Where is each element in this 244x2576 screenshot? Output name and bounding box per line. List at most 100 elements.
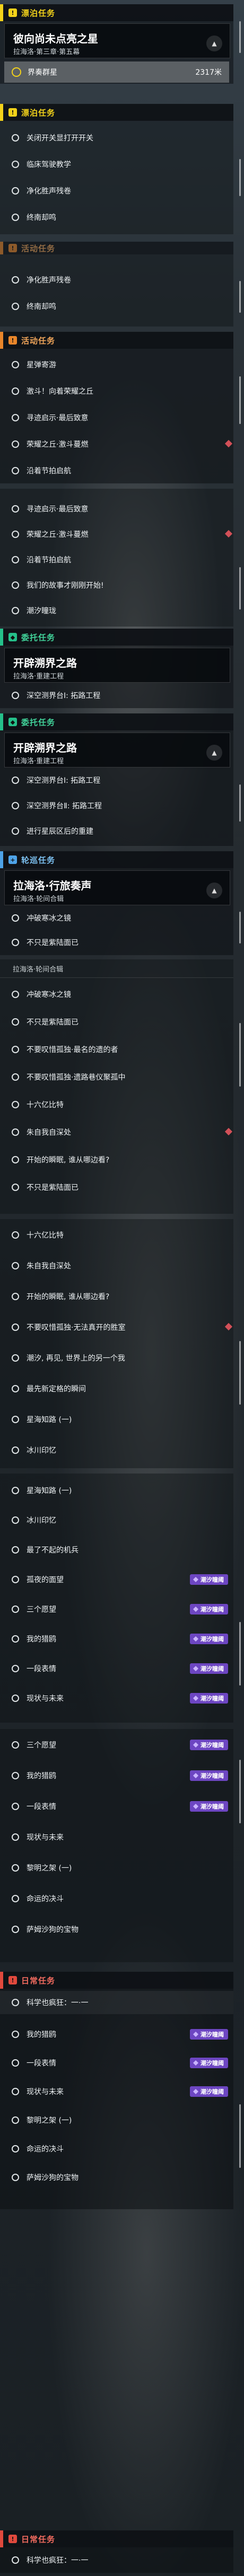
tracked-objective[interactable]: 界奏群星 2317米 — [4, 61, 229, 83]
task-row[interactable]: 开始的瞬眠, 谁从哪边看? — [0, 1285, 233, 1308]
scrollbar-thumb[interactable] — [239, 1760, 241, 1823]
task-row[interactable]: 寻迹启示·最后致意 — [0, 406, 233, 429]
task-row[interactable]: 现状与未来 潮汐瞳阈 — [0, 2080, 233, 2103]
scrollbar-thumb[interactable] — [239, 567, 241, 610]
quest-card[interactable]: 彼向尚未点亮之星 拉海洛·第三章·第五幕 ▲ — [4, 23, 230, 58]
task-row[interactable]: 终南却鸣 — [0, 295, 233, 318]
task-row[interactable]: 进行星辰区后的重建 — [0, 819, 233, 843]
chevron-up-icon[interactable]: ▲ — [206, 745, 222, 761]
task-row[interactable]: 十六亿比特 — [0, 1223, 233, 1247]
task-row[interactable]: 科学也疯狂：一·一 — [0, 2548, 233, 2572]
task-row[interactable]: 一段表情 潮汐瞳阈 — [0, 1795, 233, 1818]
quest-card[interactable]: 开辟溯界之路 拉海洛·重建工程 ▲ — [4, 733, 230, 767]
task-row[interactable]: 不要叹惜孤独·遗路巷仪聚孤中 — [0, 1065, 233, 1089]
scrollbar-thumb[interactable] — [239, 912, 241, 943]
section-header-commission[interactable]: ◆ 委托任务 — [0, 713, 233, 730]
section-header-rotation[interactable]: + 轮巡任务 — [0, 851, 233, 868]
task-row[interactable]: 荣耀之丘·激斗蔓燃 — [0, 433, 233, 456]
task-row[interactable]: 冰川印忆 — [0, 1508, 233, 1532]
task-row[interactable]: 潮汐, 再见, 世界上的另一个我 — [0, 1346, 233, 1370]
task-row[interactable]: 现状与未来 潮汐瞳阈 — [0, 1687, 233, 1710]
task-row[interactable]: 净化胜声残卷 — [0, 179, 233, 202]
task-row[interactable]: 终南却鸣 — [0, 206, 233, 229]
task-row[interactable]: 最先新定格的瞬间 — [0, 1377, 233, 1400]
task-row[interactable]: 寻迹启示·最后致意 — [0, 497, 233, 521]
task-row[interactable]: 十六亿比特 — [0, 1093, 233, 1116]
task-row[interactable]: 不要叹惜孤独·无法真开的胜室 — [0, 1316, 233, 1339]
task-row[interactable]: 深空测界台Ⅰ: 拓路工程 — [0, 769, 233, 792]
task-row[interactable]: 萨姆沙狗的宝物 — [0, 2166, 233, 2189]
scrollbar[interactable] — [236, 117, 241, 223]
scrollbar[interactable] — [236, 1230, 241, 1463]
task-row[interactable]: 不要叹惜孤独·最名的遗的者 — [0, 1038, 233, 1061]
scrollbar[interactable] — [236, 763, 241, 843]
task-row[interactable]: 命运的决斗 — [0, 2137, 233, 2160]
chevron-up-icon[interactable]: ▲ — [206, 36, 222, 51]
task-row[interactable]: 三个愿望 潮汐瞳阈 — [0, 1733, 233, 1757]
task-row[interactable]: 我们的故事才刚刚开始! — [0, 574, 233, 597]
quest-card[interactable]: 拉海洛·行旅奏声 拉海洛·轮间合辑 ▲ — [4, 870, 230, 905]
scrollbar[interactable] — [236, 1739, 241, 1956]
task-row[interactable]: 深空测界台Ⅱ: 拓路工程 — [0, 794, 233, 817]
scrollbar[interactable] — [236, 345, 241, 477]
task-row[interactable]: 一段表情 潮汐瞳阈 — [0, 2051, 233, 2075]
task-row[interactable]: 科学也疯狂：一·一 — [0, 1991, 233, 2014]
task-row[interactable]: 深空测界台Ⅰ: 拓路工程 — [0, 684, 233, 707]
scrollbar-thumb[interactable] — [239, 784, 241, 822]
section-header-wandering[interactable]: ! 漂泊任务 — [0, 4, 233, 21]
task-row[interactable]: 净化胜声残卷 — [0, 268, 233, 292]
task-row[interactable]: 现状与未来 — [0, 1825, 233, 1849]
section-header-event[interactable]: ! 活动任务 — [0, 242, 233, 254]
section-header-event[interactable]: ! 活动任务 — [0, 332, 233, 349]
task-row[interactable]: 朱自我自深处 — [0, 1121, 233, 1144]
scrollbar[interactable] — [236, 970, 241, 1208]
task-row[interactable]: 我的猎鸥 潮汐瞳阈 — [0, 1764, 233, 1787]
section-header-commission[interactable]: ◆ 委托任务 — [0, 629, 233, 646]
task-row[interactable]: 关闭开关显打开开关 — [0, 126, 233, 149]
scrollbar[interactable] — [236, 498, 241, 620]
task-row[interactable]: 一段表情 潮汐瞳阈 — [0, 1657, 233, 1680]
section-header-daily[interactable]: ! 日常任务 — [0, 1972, 233, 1989]
scrollbar[interactable] — [236, 249, 241, 323]
task-row[interactable]: 不只是紫陆面已 — [0, 931, 233, 954]
scrollbar[interactable] — [236, 901, 241, 954]
task-row[interactable]: 开始的瞬眠, 谁从哪边看? — [0, 1148, 233, 1171]
scrollbar-thumb[interactable] — [239, 376, 241, 424]
task-row[interactable]: 星弹寄游 — [0, 353, 233, 376]
task-row[interactable]: 沿着节拍启航 — [0, 548, 233, 571]
scrollbar-thumb[interactable] — [239, 2104, 241, 2168]
task-row[interactable]: 朱自我自深处 — [0, 1254, 233, 1277]
task-row[interactable]: 命运的决斗 — [0, 1887, 233, 1910]
task-row[interactable]: 沿着节拍启航 — [0, 459, 233, 482]
task-row[interactable]: 临床驾驶教学 — [0, 153, 233, 176]
scrollbar-thumb[interactable] — [239, 1023, 241, 1087]
section-header-wandering[interactable]: ! 漂泊任务 — [0, 104, 233, 121]
chevron-up-icon[interactable]: ▲ — [206, 883, 222, 898]
quest-card[interactable]: 开辟溯界之路 拉海洛·重建工程 — [4, 648, 230, 683]
task-row[interactable]: 黎明之架 (一) — [0, 2109, 233, 2132]
task-row[interactable]: 荣耀之丘·激斗蔓燃 — [0, 523, 233, 546]
task-row[interactable]: 萨姆沙狗的宝物 — [0, 1918, 233, 1941]
scrollbar-thumb[interactable] — [239, 281, 241, 313]
task-row[interactable]: 激斗！向着荣耀之丘 — [0, 380, 233, 403]
scrollbar-thumb[interactable] — [239, 159, 241, 196]
task-row[interactable]: 冰川印忆 — [0, 1439, 233, 1462]
task-row[interactable]: 最了不起的机兵 — [0, 1538, 233, 1562]
scrollbar-thumb[interactable] — [239, 1341, 241, 1405]
task-row[interactable]: 不只是紫陆面已 — [0, 1010, 233, 1034]
scrollbar[interactable] — [236, 1484, 241, 1717]
task-row[interactable]: 星海知路 (一) — [0, 1479, 233, 1502]
task-row[interactable]: 冲破寒冰之镜 — [0, 983, 233, 1006]
task-row[interactable]: 潮汐瞳珑 — [0, 599, 233, 622]
task-row[interactable]: 不只是紫陆面已 — [0, 1176, 233, 1199]
task-row[interactable]: 我的猎鸥 潮汐瞳阈 — [0, 1627, 233, 1651]
section-header-daily[interactable]: ! 日常任务 — [0, 2530, 233, 2547]
task-row[interactable]: 星海知路 (一) — [0, 1408, 233, 1431]
scrollbar[interactable] — [236, 16, 241, 80]
task-row[interactable]: 孤夜的面望 潮汐瞳阈 — [0, 1568, 233, 1591]
scrollbar-thumb[interactable] — [239, 1622, 241, 1686]
task-row[interactable]: 黎明之架 (一) — [0, 1856, 233, 1880]
task-row[interactable]: 三个愿望 潮汐瞳阈 — [0, 1598, 233, 1621]
task-row[interactable]: 冲破寒冰之镜 — [0, 906, 233, 930]
task-row[interactable]: 我的猎鸥 潮汐瞳阈 — [0, 2023, 233, 2046]
